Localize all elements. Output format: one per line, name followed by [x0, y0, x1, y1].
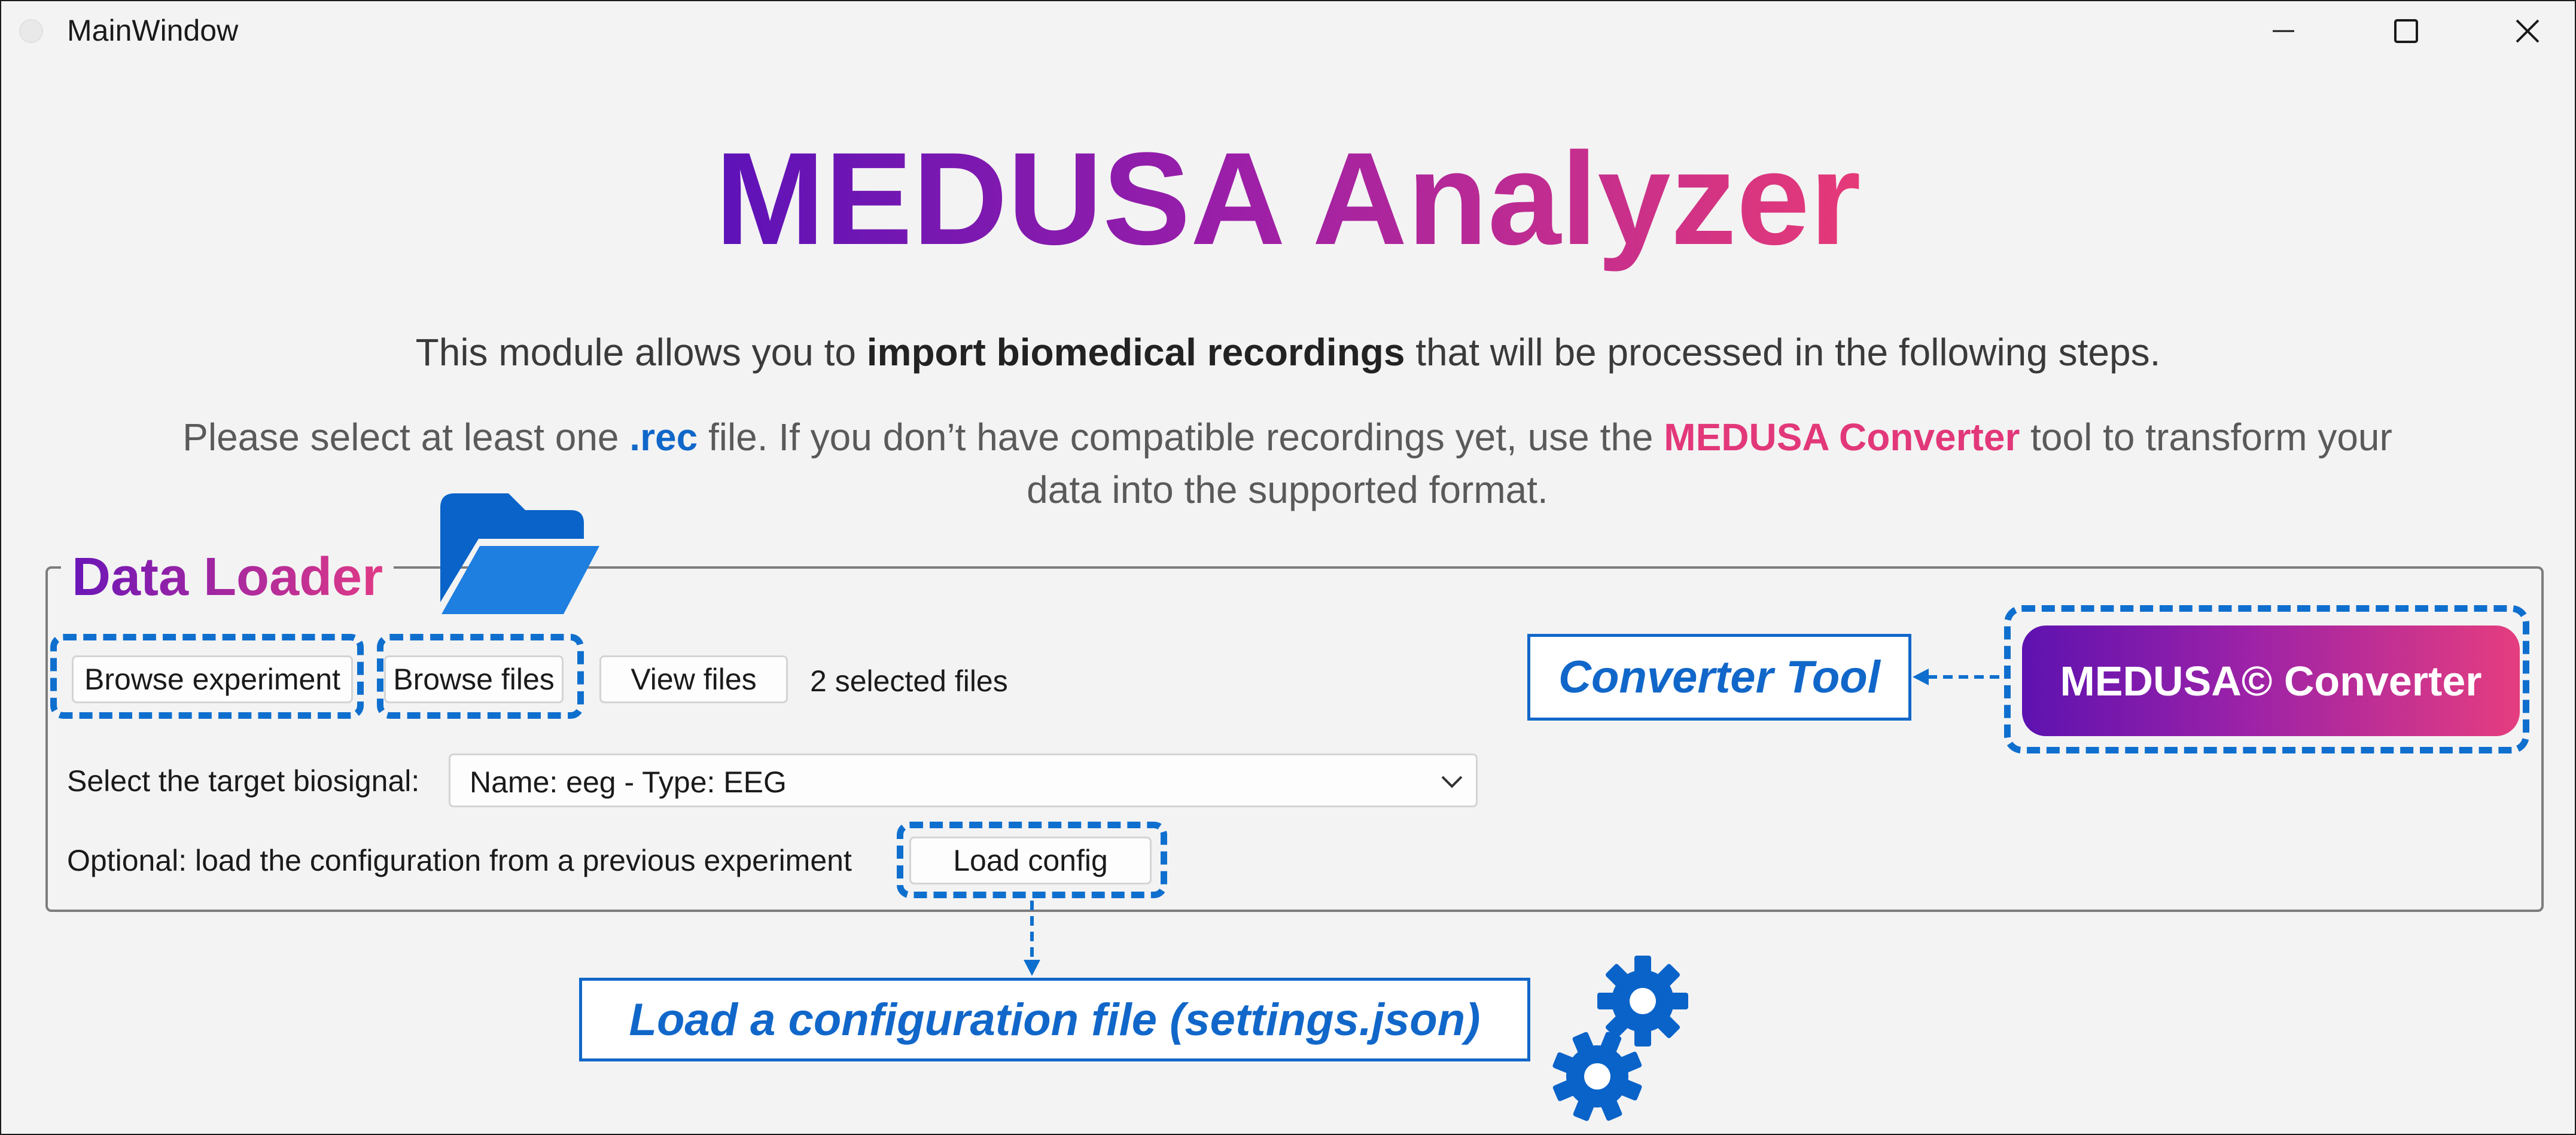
annotation-arrows — [1024, 669, 1999, 976]
gear-icon — [1552, 1032, 1642, 1121]
load-arrow-head — [1024, 960, 1040, 976]
main-window: MainWindow MEDUSA Analyzer This module a… — [0, 0, 2576, 1135]
converter-arrow-head — [1913, 669, 1929, 685]
